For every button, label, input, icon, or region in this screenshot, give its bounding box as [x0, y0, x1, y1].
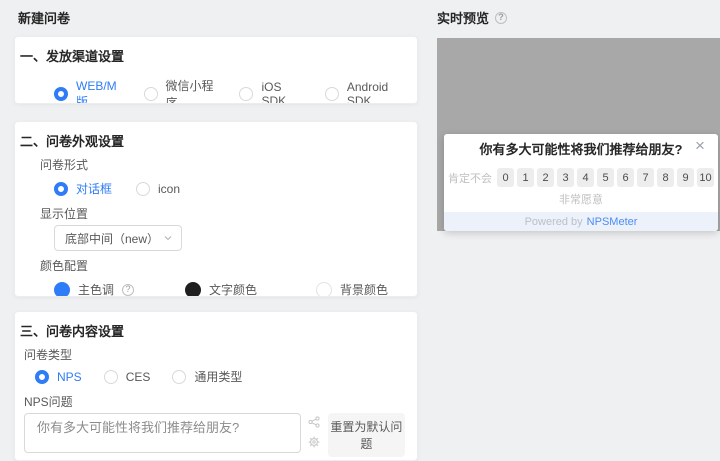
text-color-swatch[interactable]	[185, 281, 201, 296]
radio-ios-sdk[interactable]: iOS SDK	[239, 80, 300, 104]
channel-section-title: 一、发放渠道设置	[20, 49, 125, 64]
page-title: 新建问卷	[18, 11, 71, 26]
appearance-settings-card: 二、问卷外观设置 问卷形式 对话框 icon 显示位置 底部中间（new） 颜色…	[14, 121, 418, 297]
color-config-row: 主色调 ? 文字颜色 背景颜色	[54, 281, 405, 297]
score-button-5[interactable]: 5	[597, 168, 614, 187]
position-select-value: 底部中间（new）	[65, 231, 160, 246]
radio-label: 对话框	[76, 182, 113, 196]
radio-dot-icon	[172, 369, 187, 384]
content-settings-card: 三、问卷内容设置 问卷类型 NPS CES 通用类型 NPS问题 你有多大可能性…	[14, 311, 418, 461]
score-button-8[interactable]: 8	[657, 168, 674, 187]
score-button-1[interactable]: 1	[517, 168, 534, 187]
position-label: 显示位置	[40, 207, 89, 221]
background-color-item[interactable]: 背景颜色	[316, 281, 405, 297]
radio-label: 微信小程序	[165, 79, 214, 104]
radio-dot-icon	[136, 181, 151, 196]
score-button-0[interactable]: 0	[497, 168, 514, 187]
preview-footer: Powered by NPSMeter	[444, 212, 718, 231]
rating-max-label: 非常愿意	[559, 194, 603, 206]
preview-question-title: 你有多大可能性将我们推荐给朋友?	[479, 142, 683, 157]
close-icon[interactable]: ×	[690, 136, 710, 156]
form-style-radio-group: 对话框 icon	[54, 180, 405, 197]
score-button-4[interactable]: 4	[577, 168, 594, 187]
form-style-label: 问卷形式	[40, 158, 89, 172]
score-button-9[interactable]: 9	[677, 168, 694, 187]
radio-label: 通用类型	[194, 370, 243, 384]
radio-dot-icon	[54, 87, 68, 101]
radio-label: NPS	[57, 369, 82, 384]
radio-dot-icon	[35, 369, 49, 384]
survey-type-radio-group: NPS CES 通用类型	[35, 368, 405, 385]
gear-icon[interactable]	[308, 436, 320, 448]
score-button-6[interactable]: 6	[617, 168, 634, 187]
text-color-label: 文字颜色	[209, 283, 258, 297]
preview-rating-row: 肯定不会 0 1 2 3 4 5 6 7 8 9 10	[444, 168, 718, 187]
reset-default-question-button[interactable]: 重置为默认问题	[327, 413, 405, 457]
radio-label: WEB/M版	[76, 78, 117, 104]
radio-label: CES	[125, 369, 151, 384]
color-config-label: 颜色配置	[40, 259, 89, 273]
preview-title: 实时预览	[437, 11, 490, 26]
npsmeter-brand-link[interactable]: NPSMeter	[587, 216, 638, 228]
help-icon[interactable]: ?	[495, 11, 508, 24]
radio-nps[interactable]: NPS	[35, 369, 82, 384]
radio-dot-icon	[239, 87, 254, 101]
channel-radio-group: WEB/M版 微信小程序 iOS SDK Android SDK	[54, 77, 405, 104]
primary-color-item[interactable]: 主色调 ?	[54, 281, 143, 297]
radio-label: Android SDK	[346, 80, 389, 104]
text-color-item[interactable]: 文字颜色	[185, 281, 274, 297]
nps-question-row: 重置为默认问题	[24, 413, 405, 457]
chevron-down-icon	[164, 236, 172, 241]
powered-by-text: Powered by	[524, 215, 583, 228]
score-button-10[interactable]: 10	[697, 168, 714, 187]
rating-scale: 0 1 2 3 4 5 6 7 8 9 10	[497, 168, 714, 187]
radio-dot-icon	[103, 369, 118, 384]
radio-general[interactable]: 通用类型	[172, 368, 242, 385]
radio-label: iOS SDK	[261, 80, 287, 104]
share-icon[interactable]	[308, 416, 320, 428]
content-section-title: 三、问卷内容设置	[20, 324, 125, 339]
preview-header: 实时预览 ?	[437, 8, 508, 27]
radio-android-sdk[interactable]: Android SDK	[324, 80, 405, 104]
background-color-swatch[interactable]	[316, 281, 332, 296]
radio-dot-icon	[324, 87, 339, 101]
primary-color-swatch[interactable]	[54, 281, 70, 296]
radio-dot-icon	[54, 181, 68, 196]
radio-wechat-mini[interactable]: 微信小程序	[143, 77, 216, 104]
nps-question-input[interactable]	[24, 413, 301, 453]
radio-dialog[interactable]: 对话框	[54, 180, 112, 197]
preview-survey-card: 你有多大可能性将我们推荐给朋友? × 肯定不会 0 1 2 3 4 5 6 7 …	[444, 134, 718, 231]
radio-ces[interactable]: CES	[103, 369, 151, 384]
radio-web-m[interactable]: WEB/M版	[54, 78, 120, 104]
primary-color-label: 主色调	[78, 283, 115, 297]
appearance-section-title: 二、问卷外观设置	[20, 134, 125, 149]
radio-label: icon	[158, 181, 181, 196]
question-tools	[308, 416, 320, 448]
position-select[interactable]: 底部中间（new）	[54, 225, 182, 251]
channel-settings-card: 一、发放渠道设置 WEB/M版 微信小程序 iOS SDK Android SD…	[14, 36, 418, 104]
radio-icon-style[interactable]: icon	[136, 181, 181, 196]
score-button-3[interactable]: 3	[557, 168, 574, 187]
survey-type-label: 问卷类型	[24, 348, 73, 362]
nps-question-label: NPS问题	[24, 395, 73, 409]
radio-dot-icon	[143, 87, 158, 101]
help-icon[interactable]: ?	[122, 283, 135, 296]
rating-min-label: 肯定不会	[448, 172, 492, 185]
score-button-2[interactable]: 2	[537, 168, 554, 187]
score-button-7[interactable]: 7	[637, 168, 654, 187]
background-color-label: 背景颜色	[340, 283, 389, 297]
